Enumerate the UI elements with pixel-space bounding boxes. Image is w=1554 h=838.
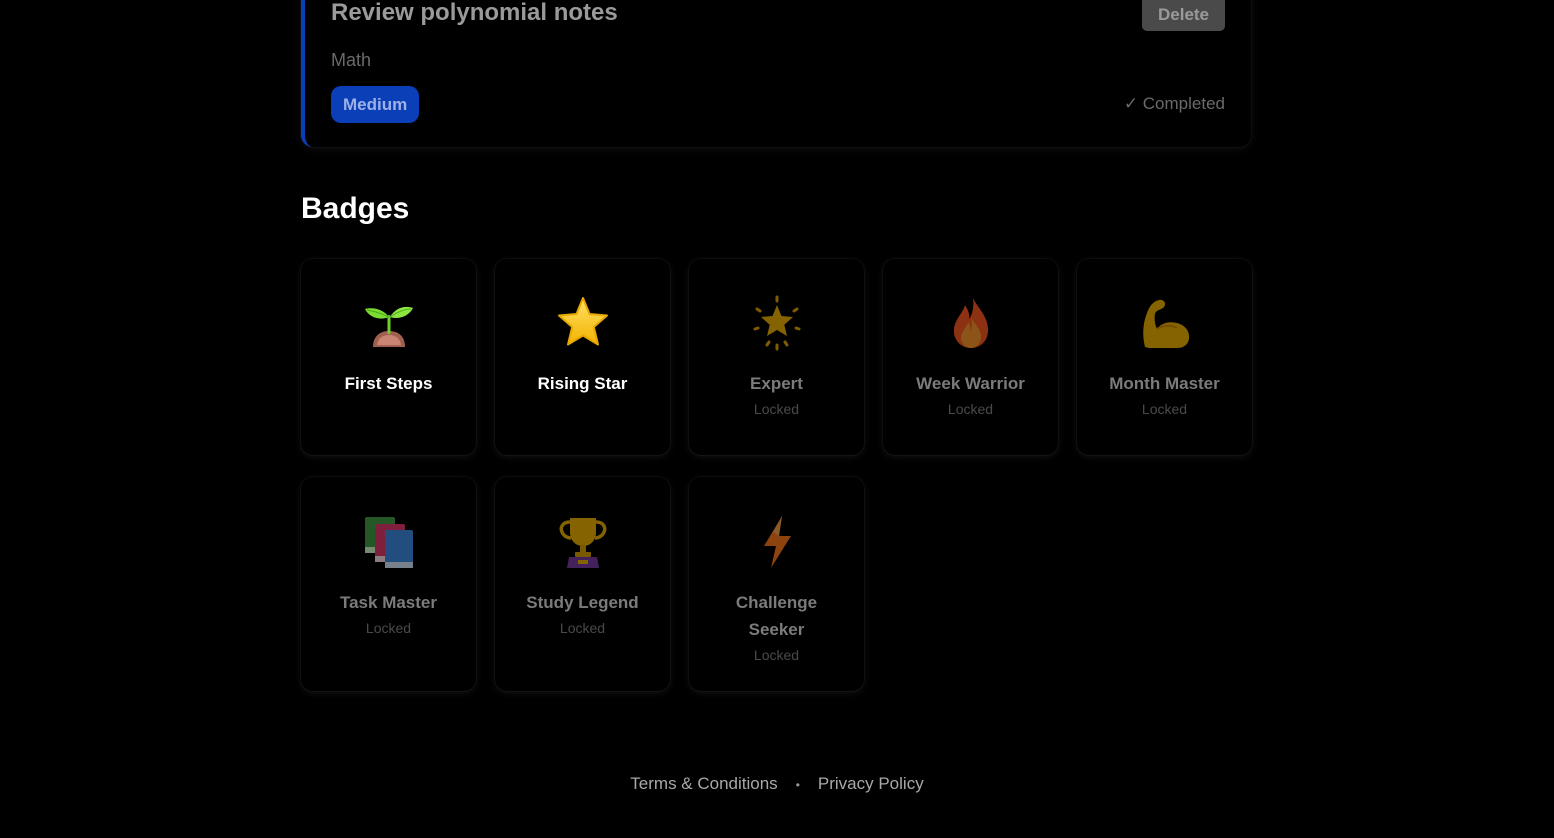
badge-card-first-steps: First Steps: [301, 259, 476, 455]
badge-name: Task Master: [339, 593, 437, 612]
badge-name: Month Master: [1109, 374, 1220, 393]
footer-separator: •: [795, 777, 800, 792]
badge-locked-label: Locked: [947, 401, 994, 417]
badge-card-task-master: Task Master Locked: [301, 477, 476, 691]
seedling-icon: [301, 295, 476, 351]
lightning-icon: [689, 514, 864, 570]
glowing-star-icon: [689, 295, 864, 351]
badge-name: Expert: [750, 374, 803, 393]
task-title: Review polynomial notes: [331, 0, 618, 26]
badge-name: Study Legend: [526, 593, 639, 612]
badge-locked-label: Locked: [753, 401, 800, 417]
trophy-icon: [495, 514, 670, 570]
delete-button[interactable]: Delete: [1142, 0, 1225, 31]
terms-link[interactable]: Terms & Conditions: [630, 774, 777, 793]
badge-card-week-warrior: Week Warrior Locked: [883, 259, 1058, 455]
badges-grid: First Steps Rising Star Expert Locked We…: [301, 259, 1252, 691]
badge-locked-label: Locked: [365, 620, 412, 636]
fire-icon: [883, 295, 1058, 351]
badge-card-rising-star: Rising Star: [495, 259, 670, 455]
page: Review polynomial notes Delete Math Medi…: [0, 0, 1554, 838]
task-subject: Math: [331, 50, 372, 70]
flexed-bicep-icon: [1077, 295, 1252, 351]
badge-locked-label: Locked: [1141, 401, 1188, 417]
badge-card-month-master: Month Master Locked: [1077, 259, 1252, 455]
priority-badge: Medium: [331, 86, 420, 123]
badge-card-expert: Expert Locked: [689, 259, 864, 455]
footer: Terms & Conditions • Privacy Policy: [0, 774, 1554, 794]
badge-name: Challenge Seeker: [735, 593, 818, 639]
badge-locked-label: Locked: [753, 647, 800, 663]
badge-name: Week Warrior: [916, 374, 1025, 393]
badges-title: Badges: [301, 192, 410, 225]
badge-card-challenge-seeker: Challenge Seeker Locked: [689, 477, 864, 691]
badge-name: Rising Star: [537, 374, 628, 393]
task-card: Review polynomial notes Delete Math Medi…: [301, 0, 1251, 147]
badge-locked-label: Locked: [559, 620, 606, 636]
privacy-link[interactable]: Privacy Policy: [818, 774, 924, 793]
star-icon: [495, 295, 670, 351]
badge-card-study-legend: Study Legend Locked: [495, 477, 670, 691]
badge-name: First Steps: [344, 374, 433, 393]
task-status: ✓ Completed: [1123, 94, 1225, 113]
books-icon: [301, 514, 476, 570]
